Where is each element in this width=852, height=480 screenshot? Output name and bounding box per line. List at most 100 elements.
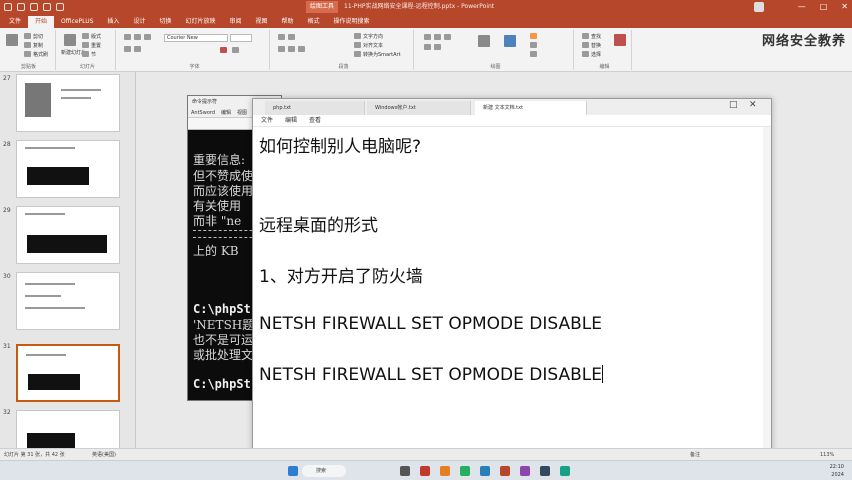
copy-icon[interactable]	[24, 42, 31, 48]
shape-fill-icon[interactable]	[530, 33, 537, 39]
shape-oval-icon[interactable]	[434, 34, 441, 40]
shape-rect-icon[interactable]	[424, 34, 431, 40]
bullets-icon[interactable]	[278, 34, 285, 40]
undo-icon[interactable]	[30, 3, 38, 11]
powerpoint-icon[interactable]	[500, 466, 510, 476]
app-icon[interactable]	[460, 466, 470, 476]
tab-format[interactable]: 格式	[301, 16, 327, 28]
align-text-label[interactable]: 对齐文本	[363, 42, 383, 49]
notepad-text-line[interactable]: 远程桌面的形式	[259, 211, 378, 236]
close-button[interactable]: ✕	[841, 0, 848, 14]
copy-label[interactable]: 复制	[33, 42, 43, 49]
app-icon[interactable]	[440, 466, 450, 476]
notepad-menu-edit[interactable]: 编辑	[285, 115, 297, 126]
tab-help[interactable]: 帮助	[275, 16, 301, 28]
terminal-icon[interactable]	[540, 466, 550, 476]
notepad-text-line[interactable]: NETSH FIREWALL SET OPMODE DISABLE	[259, 314, 602, 334]
notepad-window[interactable]: php.txt Windows帐户.txt 新建 文本文档.txt ✕ □ 文件…	[252, 98, 772, 458]
layout-icon[interactable]	[82, 33, 89, 39]
tab-transitions[interactable]: 切换	[152, 16, 178, 28]
notepad-tab[interactable]: php.txt	[265, 101, 365, 115]
font-size-select[interactable]	[230, 34, 252, 42]
notepad-tab[interactable]: Windows帐户.txt	[367, 101, 471, 115]
save-icon[interactable]	[17, 3, 25, 11]
tell-me-search[interactable]: 操作说明搜索	[327, 16, 377, 28]
notepad-text-line[interactable]: 1、对方开启了防火墙	[259, 262, 423, 287]
slide-thumbnail-29[interactable]	[16, 206, 120, 264]
app-icon[interactable]	[560, 466, 570, 476]
task-view-icon[interactable]	[400, 466, 410, 476]
shape-outline-icon[interactable]	[530, 42, 537, 48]
minimize-button[interactable]: —	[798, 0, 806, 14]
arrange-icon[interactable]	[478, 35, 490, 47]
font-name-select[interactable]: Courier New	[164, 34, 228, 42]
font-color-icon[interactable]	[220, 47, 227, 53]
notepad-menu-view[interactable]: 查看	[309, 115, 321, 126]
notepad-text-line[interactable]: 如何控制别人电脑呢?	[259, 132, 421, 157]
tab-view[interactable]: 视图	[249, 16, 275, 28]
cmd-menu-item[interactable]: AntSword	[191, 108, 215, 117]
shape-effects-icon[interactable]	[530, 51, 537, 57]
select-label[interactable]: 选择	[591, 51, 601, 58]
tab-design[interactable]: 设计	[126, 16, 152, 28]
reset-icon[interactable]	[82, 42, 89, 48]
shadow-icon[interactable]	[134, 46, 141, 52]
tab-slideshow[interactable]: 幻灯片放映	[178, 16, 222, 28]
strikethrough-icon[interactable]	[124, 46, 131, 52]
app-icon[interactable]	[420, 466, 430, 476]
align-right-icon[interactable]	[298, 46, 305, 52]
autosave-icon[interactable]	[4, 3, 12, 11]
select-icon[interactable]	[582, 51, 589, 57]
present-icon[interactable]	[56, 3, 64, 11]
paste-icon[interactable]	[6, 34, 18, 46]
redo-icon[interactable]	[43, 3, 51, 11]
notepad-menu-file[interactable]: 文件	[261, 115, 273, 126]
reset-label[interactable]: 重置	[91, 42, 101, 49]
shape-star-icon[interactable]	[434, 44, 441, 50]
shape-line-icon[interactable]	[424, 44, 431, 50]
replace-icon[interactable]	[582, 42, 589, 48]
close-icon[interactable]: ✕	[749, 100, 757, 110]
format-painter-label[interactable]: 格式刷	[33, 51, 48, 58]
italic-icon[interactable]	[134, 34, 141, 40]
bold-icon[interactable]	[124, 34, 131, 40]
tab-home[interactable]: 开始	[28, 16, 55, 28]
notepad-scrollbar[interactable]	[763, 127, 771, 457]
section-label[interactable]: 节	[91, 51, 96, 58]
smartart-icon[interactable]	[354, 51, 361, 57]
notepad-text-line-current[interactable]: NETSH FIREWALL SET OPMODE DISABLE	[259, 365, 603, 385]
tab-insert[interactable]: 插入	[100, 16, 126, 28]
align-left-icon[interactable]	[278, 46, 285, 52]
cmd-menu-item[interactable]: 编辑	[221, 108, 231, 117]
tab-review[interactable]: 审阅	[222, 16, 248, 28]
align-center-icon[interactable]	[288, 46, 295, 52]
format-painter-icon[interactable]	[24, 51, 31, 57]
clear-format-icon[interactable]	[232, 47, 239, 53]
new-slide-icon[interactable]	[64, 34, 76, 46]
find-label[interactable]: 查找	[591, 33, 601, 40]
text-direction-icon[interactable]	[354, 33, 361, 39]
align-text-icon[interactable]	[354, 42, 361, 48]
find-icon[interactable]	[582, 33, 589, 39]
underline-icon[interactable]	[144, 34, 151, 40]
text-direction-label[interactable]: 文字方向	[363, 33, 383, 40]
replace-label[interactable]: 替换	[591, 42, 601, 49]
slide-thumbnail-30[interactable]	[16, 272, 120, 330]
slide-thumbnail-27[interactable]	[16, 74, 120, 132]
slide-thumbnail-28[interactable]	[16, 140, 120, 198]
layout-label[interactable]: 版式	[91, 33, 101, 40]
app-icon[interactable]	[480, 466, 490, 476]
tab-officeplus[interactable]: OfficePLUS	[54, 16, 100, 28]
smartart-label[interactable]: 转换为SmartArt	[363, 51, 401, 58]
slide-thumbnail-31[interactable]	[16, 344, 120, 402]
notepad-tab-active[interactable]: 新建 文本文档.txt	[475, 101, 587, 115]
system-tray-clock[interactable]: 22:10 2024	[830, 463, 844, 479]
dictate-icon[interactable]	[614, 34, 626, 46]
avatar[interactable]	[754, 2, 764, 12]
maximize-icon[interactable]: □	[729, 100, 738, 110]
cut-icon[interactable]	[24, 33, 31, 39]
numbering-icon[interactable]	[288, 34, 295, 40]
start-icon[interactable]	[288, 466, 298, 476]
cmd-menu-item[interactable]: 视图	[237, 108, 247, 117]
quick-styles-icon[interactable]	[504, 35, 516, 47]
